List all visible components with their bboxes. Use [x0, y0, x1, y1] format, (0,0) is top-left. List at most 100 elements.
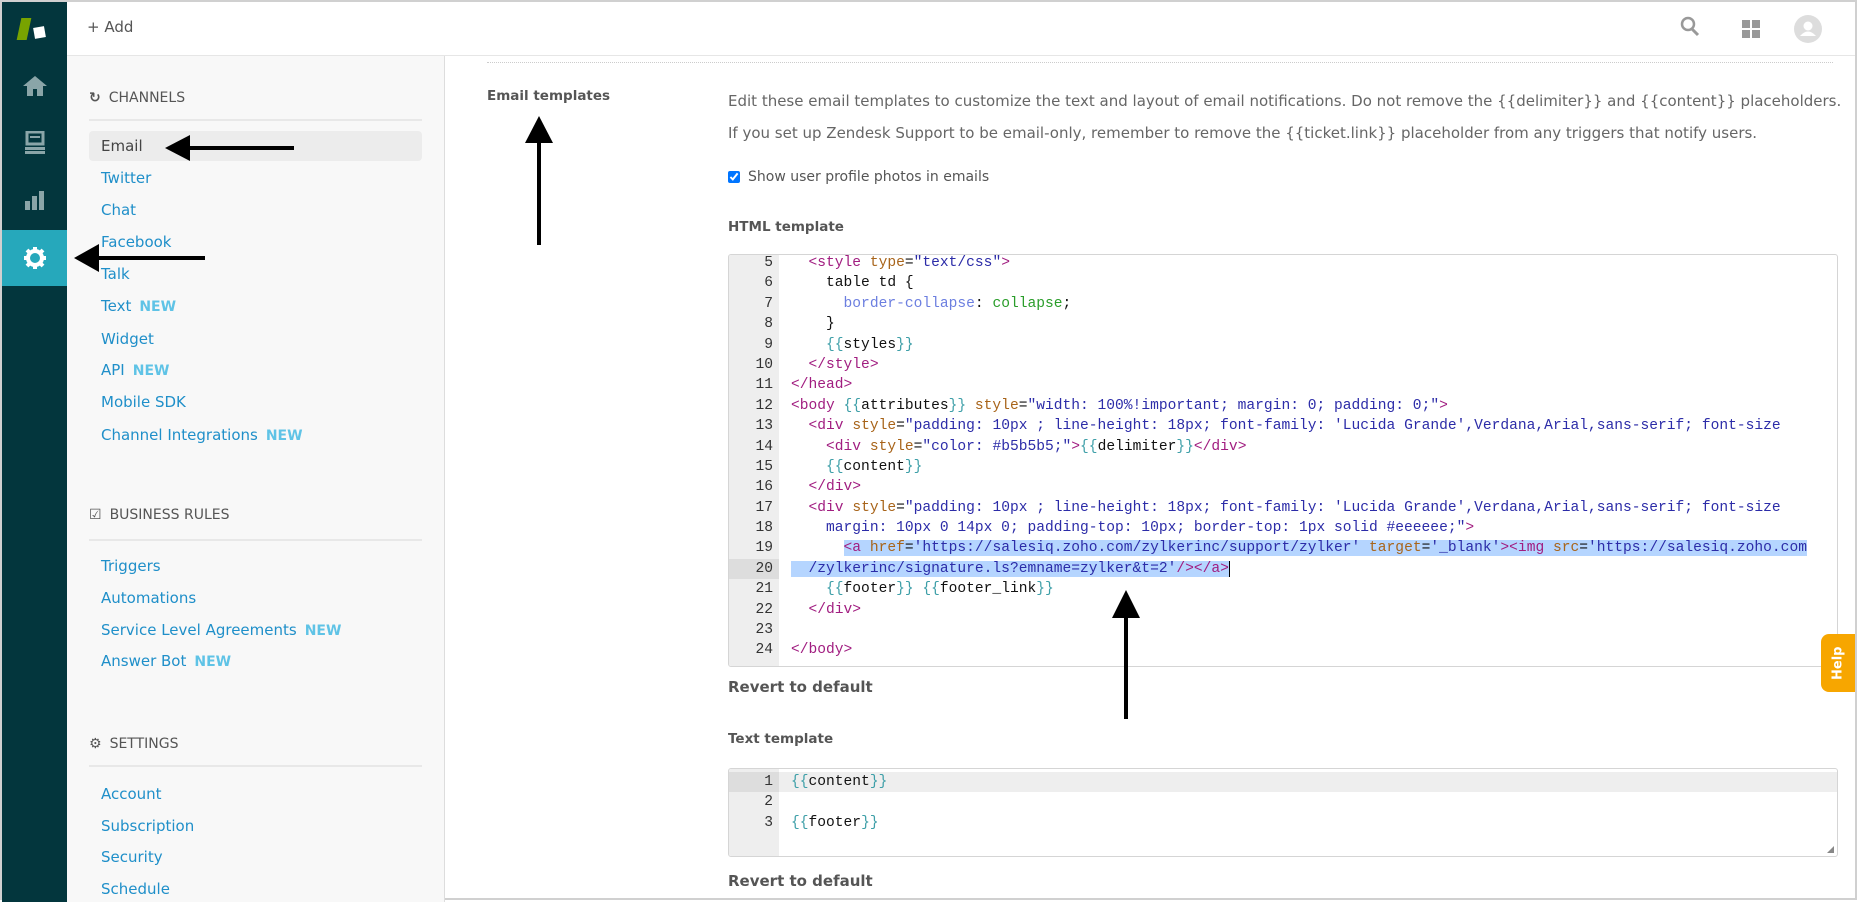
code-token: target — [1360, 540, 1422, 557]
admin-sidebar: ↻ CHANNELS Email Twitter Chat Facebook Talk Tex… — [67, 56, 445, 902]
text-template-label: Text template — [728, 731, 834, 747]
code-line: 1 {{content}} — [729, 772, 1837, 793]
code-token: > — [1071, 438, 1081, 455]
sidebar-item-mobile-sdk[interactable]: Mobile SDK — [89, 387, 422, 417]
sidebar-item-channel-integrations[interactable]: Channel Integrations NEW — [89, 420, 422, 450]
sidebar-item-account[interactable]: Account — [89, 779, 422, 809]
code-line: 3 {{footer}} — [729, 813, 1837, 833]
sidebar-item-label: Text — [101, 297, 132, 315]
sidebar-item-security[interactable]: Security — [89, 842, 422, 872]
nav-admin[interactable] — [2, 230, 67, 286]
code-text: </div> — [791, 477, 862, 497]
code-token: }} — [1176, 438, 1194, 455]
line-number: 11 — [755, 377, 773, 394]
sidebar-item-triggers[interactable]: Triggers — [89, 551, 422, 581]
code-line: 9 {{styles}} — [729, 335, 1837, 355]
nav-tickets[interactable] — [2, 115, 67, 171]
code-token: }} — [869, 774, 888, 790]
code-token: {{ — [826, 458, 844, 475]
user-avatar-icon[interactable] — [1794, 15, 1822, 43]
code-token: = — [904, 540, 914, 557]
code-token: href — [869, 540, 905, 557]
code-token: }} — [1036, 581, 1054, 598]
resize-handle[interactable] — [1827, 846, 1834, 853]
sidebar-item-chat[interactable]: Chat — [89, 195, 422, 225]
code-token: {{ — [922, 581, 940, 598]
line-number: 5 — [764, 255, 773, 271]
code-token: </div> — [1193, 438, 1247, 455]
code-token: {{ — [791, 774, 809, 790]
text-template-editor[interactable]: 1 {{content}} 2 3 {{footer}} — [728, 768, 1838, 857]
sidebar-item-talk[interactable]: Talk — [89, 259, 422, 289]
code-token: > — [1001, 255, 1010, 271]
code-token: /zylkerinc/signature.ls?emname=zylker&t=… — [791, 560, 1177, 577]
code-line: 24 </body> — [729, 640, 1837, 660]
sidebar-item-automations[interactable]: Automations — [89, 583, 422, 613]
code-token: } — [791, 316, 835, 333]
html-template-editor[interactable]: 5 <style type="text/css"> 6 table td {7 b… — [728, 254, 1838, 667]
code-token: = — [896, 499, 905, 516]
code-text: <div style="padding: 10px ; line-height:… — [791, 498, 1781, 518]
sidebar-item-label: Service Level Agreements — [101, 621, 297, 639]
description-1: Edit these email templates to customize … — [728, 92, 1842, 110]
code-line: 10 </style> — [729, 355, 1837, 375]
code-token: style — [966, 397, 1019, 414]
profile-photos-checkbox[interactable] — [728, 171, 740, 183]
line-number: 9 — [764, 336, 773, 353]
sidebar-item-answer-bot[interactable]: Answer Bot NEW — [89, 646, 422, 676]
code-token: }} — [896, 581, 914, 598]
code-text: </body> — [791, 640, 852, 660]
sidebar-item-twitter[interactable]: Twitter — [89, 163, 422, 193]
code-text: {{content}} — [791, 772, 887, 792]
code-text: </style> — [791, 355, 879, 375]
line-number: 8 — [764, 316, 773, 333]
sidebar-item-label: Security — [101, 848, 163, 866]
sidebar-item-widget[interactable]: Widget — [89, 324, 422, 354]
code-token: table td { — [791, 275, 914, 292]
zendesk-logo[interactable] — [16, 18, 52, 44]
code-token: '_blank' — [1430, 540, 1501, 557]
code-token: border-collapse — [843, 295, 975, 312]
code-token: collapse — [992, 295, 1063, 312]
code-text: {{footer}} — [791, 813, 879, 833]
code-text: </div> — [791, 600, 862, 620]
line-number: 7 — [764, 295, 773, 312]
sidebar-item-api[interactable]: API NEW — [89, 355, 422, 385]
tickets-icon — [24, 131, 45, 154]
code-token: {{ — [843, 397, 862, 414]
sidebar-item-facebook[interactable]: Facebook — [89, 227, 422, 257]
line-number: 18 — [755, 520, 773, 537]
sidebar-item-service-level-agreements[interactable]: Service Level Agreements NEW — [89, 615, 422, 645]
divider — [89, 539, 422, 541]
line-number: 14 — [755, 438, 773, 455]
line-number: 17 — [755, 499, 773, 516]
revert-html-link[interactable]: Revert to default — [728, 678, 873, 696]
nav-reports[interactable] — [2, 173, 67, 229]
profile-photos-label: Show user profile photos in emails — [748, 169, 990, 185]
help-button[interactable]: Help — [1821, 634, 1855, 692]
line-number: 3 — [764, 814, 773, 831]
code-token: <div — [808, 418, 853, 435]
add-button[interactable]: + Add — [87, 18, 133, 36]
code-token: style — [852, 418, 897, 435]
sidebar-item-subscription[interactable]: Subscription — [89, 811, 422, 841]
sidebar-item-text[interactable]: Text NEW — [89, 291, 422, 321]
search-icon[interactable] — [1680, 16, 1700, 38]
code-line: 14 <div style="color: #b5b5b5;">{{delimi… — [729, 437, 1837, 457]
code-token: delimiter — [1097, 438, 1177, 455]
sidebar-item-label: Email — [101, 137, 143, 155]
code-line: 7 border-collapse: collapse; — [729, 294, 1837, 314]
sidebar-item-email[interactable]: Email — [89, 131, 422, 161]
code-token: ; — [1062, 295, 1072, 312]
apps-grid-icon[interactable] — [1742, 20, 1760, 38]
check-square-icon: ☑ — [89, 507, 102, 523]
code-text: <div style="color: #b5b5b5;">{{delimiter… — [791, 437, 1246, 457]
revert-text-link[interactable]: Revert to default — [728, 872, 873, 890]
nav-home[interactable] — [2, 58, 67, 114]
code-token: {{ — [826, 581, 844, 598]
